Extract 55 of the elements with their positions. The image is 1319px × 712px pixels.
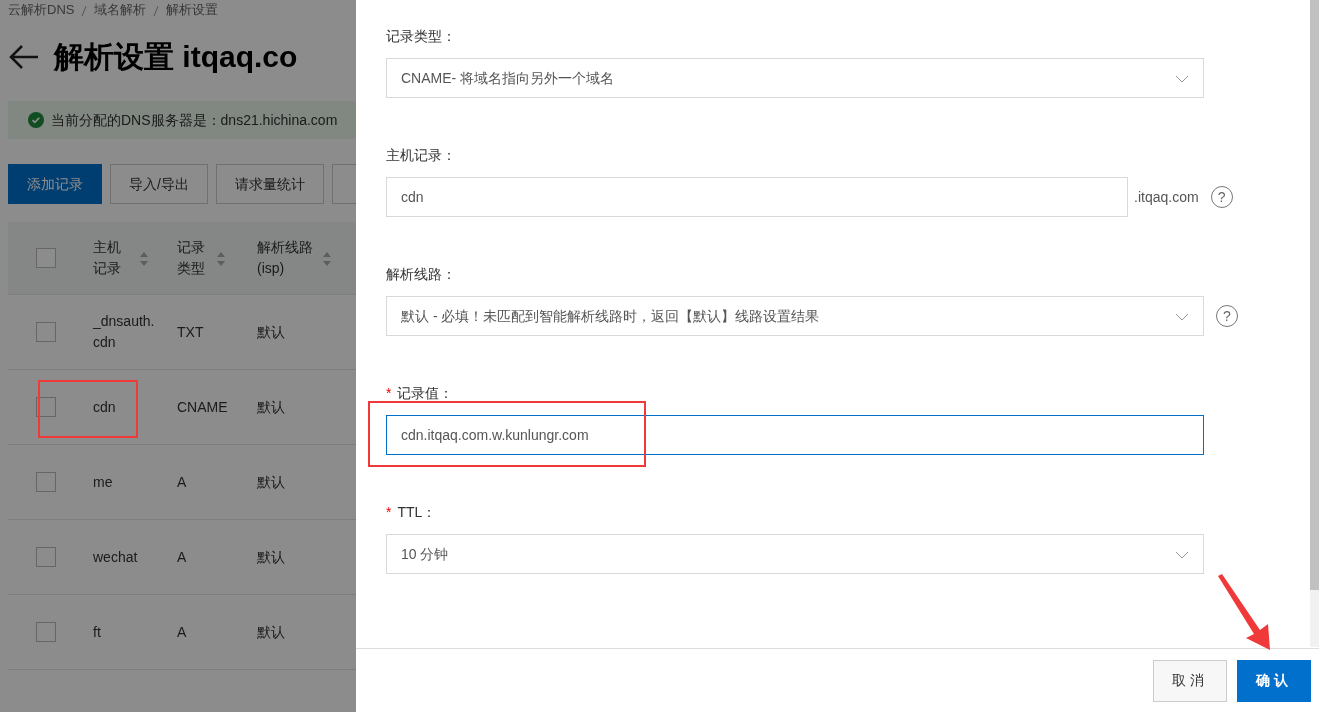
column-header[interactable]: 解析线路(isp) xyxy=(257,237,315,279)
checkbox[interactable] xyxy=(36,248,56,268)
domain-suffix: .itqaq.com xyxy=(1134,187,1199,207)
input-field[interactable]: cdn xyxy=(386,177,1128,217)
checkbox[interactable] xyxy=(36,397,56,417)
back-arrow-icon[interactable] xyxy=(8,42,40,71)
select-field[interactable]: 10 分钟 xyxy=(386,534,1204,574)
field-label: 记录类型： xyxy=(386,27,456,46)
table-cell-text: CNAME xyxy=(177,397,229,417)
table-cell-text: A xyxy=(177,472,188,492)
required-mark: * xyxy=(386,384,392,403)
table-cell-text: 默认 xyxy=(257,547,286,567)
chevron-down-icon xyxy=(1175,312,1189,321)
separator-icon xyxy=(153,4,160,17)
table-cell-text: wechat xyxy=(93,547,139,567)
table-cell-text: me xyxy=(93,472,114,492)
chevron-down-icon xyxy=(1175,550,1189,559)
separator-icon xyxy=(81,4,88,17)
table-cell-text: A xyxy=(177,622,188,642)
field-label: 记录值： xyxy=(397,384,454,403)
checkbox[interactable] xyxy=(36,472,56,492)
scrollbar[interactable] xyxy=(1310,0,1319,647)
alert-text: 当前分配的DNS服务器是：dns21.hichina.com xyxy=(51,110,338,130)
checkbox[interactable] xyxy=(36,322,56,342)
breadcrumb-link[interactable]: 云解析DNS xyxy=(8,0,75,20)
toolbar-button[interactable]: 请求量统计 xyxy=(215,164,324,204)
input-field[interactable]: cdn.itqaq.com.w.kunlungr.com xyxy=(386,415,1204,455)
field-label: 解析线路： xyxy=(386,265,456,284)
table-cell-text: 默认 xyxy=(257,397,286,417)
required-mark: * xyxy=(386,503,392,522)
column-header[interactable]: 主机记录 xyxy=(93,237,132,279)
field-label: 主机记录： xyxy=(386,146,456,165)
toolbar-button[interactable]: 导入/导出 xyxy=(110,164,208,204)
select-field[interactable]: 默认 - 必填！未匹配到智能解析线路时，返回【默认】线路设置结果 xyxy=(386,296,1204,336)
checkbox[interactable] xyxy=(36,622,56,642)
breadcrumb-link[interactable]: 域名解析 xyxy=(94,0,147,20)
table-cell-text: 默认 xyxy=(257,472,286,492)
chevron-down-icon xyxy=(1175,74,1189,83)
cancel-button[interactable]: 取消 xyxy=(1153,659,1227,702)
checkbox[interactable] xyxy=(36,547,56,567)
toolbar-button[interactable]: 添加记录 xyxy=(8,164,102,204)
column-header[interactable]: 记录类型 xyxy=(177,237,209,279)
page-title: 解析设置 itqaq.co xyxy=(54,39,298,75)
field-label: TTL： xyxy=(397,503,437,522)
confirm-button[interactable]: 确认 xyxy=(1237,659,1311,702)
breadcrumb-link[interactable]: 解析设置 xyxy=(166,0,219,20)
table-cell-text: _dnsauth.cdn xyxy=(93,312,156,352)
table-cell-text: 默认 xyxy=(257,322,286,342)
table-cell-text: A xyxy=(177,547,188,567)
table-cell-text: 默认 xyxy=(257,622,286,642)
table-cell-text: ft xyxy=(93,622,102,642)
check-circle-icon xyxy=(28,112,44,128)
table-cell-text: cdn xyxy=(93,397,117,417)
table-cell-text: TXT xyxy=(177,322,205,342)
select-field[interactable]: CNAME- 将域名指向另外一个域名 xyxy=(386,58,1204,98)
